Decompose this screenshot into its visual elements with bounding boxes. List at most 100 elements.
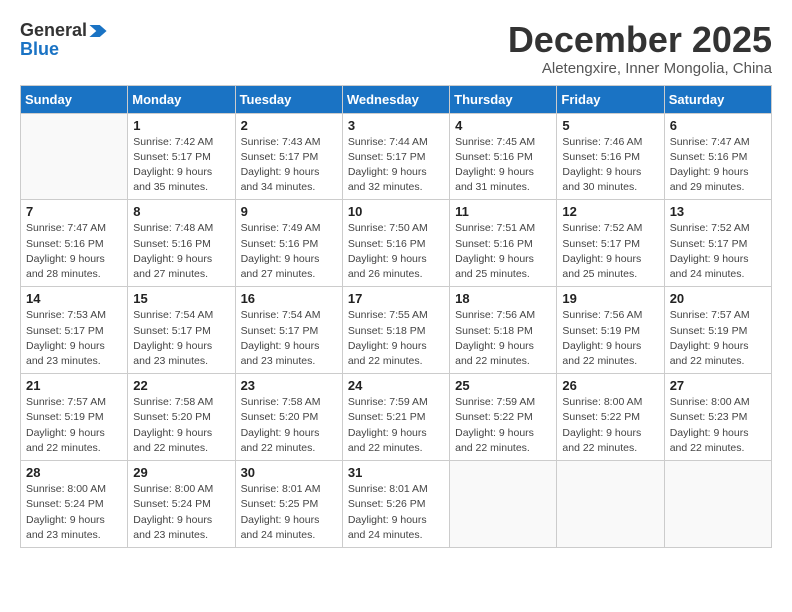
calendar-cell: 25 Sunrise: 7:59 AM Sunset: 5:22 PM Dayli… [450, 374, 557, 461]
cell-info: Sunrise: 7:56 AM Sunset: 5:19 PM Dayligh… [562, 308, 658, 369]
month-title: December 2025 [508, 20, 772, 60]
day-number: 10 [348, 204, 444, 219]
calendar-cell: 3 Sunrise: 7:44 AM Sunset: 5:17 PM Daylig… [342, 113, 449, 200]
header-thursday: Thursday [450, 85, 557, 113]
calendar-cell: 31Sunrise: 8:01 AM Sunset: 5:26 PM Dayli… [342, 461, 449, 548]
calendar-cell [450, 461, 557, 548]
calendar-cell: 12 Sunrise: 7:52 AM Sunset: 5:17 PM Dayli… [557, 200, 664, 287]
day-number: 18 [455, 291, 551, 306]
calendar-cell: 17 Sunrise: 7:55 AM Sunset: 5:18 PM Dayli… [342, 287, 449, 374]
day-number: 3 [348, 118, 444, 133]
cell-info: Sunrise: 8:00 AM Sunset: 5:23 PM Dayligh… [670, 395, 766, 456]
header-sunday: Sunday [21, 85, 128, 113]
day-number: 23 [241, 378, 337, 393]
cell-info: Sunrise: 7:54 AM Sunset: 5:17 PM Dayligh… [241, 308, 337, 369]
location-subtitle: Aletengxire, Inner Mongolia, China [508, 60, 772, 77]
logo-general: General [20, 20, 87, 41]
day-number: 12 [562, 204, 658, 219]
cell-info: Sunrise: 7:59 AM Sunset: 5:22 PM Dayligh… [455, 395, 551, 456]
week-row-2: 14Sunrise: 7:53 AM Sunset: 5:17 PM Dayli… [21, 287, 772, 374]
day-number: 6 [670, 118, 766, 133]
cell-info: Sunrise: 8:01 AM Sunset: 5:25 PM Dayligh… [241, 482, 337, 543]
day-number: 1 [133, 118, 229, 133]
calendar-cell: 30 Sunrise: 8:01 AM Sunset: 5:25 PM Dayli… [235, 461, 342, 548]
title-area: December 2025 Aletengxire, Inner Mongoli… [508, 20, 772, 77]
cell-info: Sunrise: 7:58 AM Sunset: 5:20 PM Dayligh… [241, 395, 337, 456]
cell-info: Sunrise: 7:57 AM Sunset: 5:19 PM Dayligh… [26, 395, 122, 456]
cell-info: Sunrise: 8:00 AM Sunset: 5:22 PM Dayligh… [562, 395, 658, 456]
calendar-cell: 10Sunrise: 7:50 AM Sunset: 5:16 PM Dayli… [342, 200, 449, 287]
header-tuesday: Tuesday [235, 85, 342, 113]
day-number: 16 [241, 291, 337, 306]
cell-info: Sunrise: 7:42 AM Sunset: 5:17 PM Dayligh… [133, 135, 229, 196]
calendar-cell: 27 Sunrise: 8:00 AM Sunset: 5:23 PM Dayli… [664, 374, 771, 461]
day-number: 30 [241, 465, 337, 480]
calendar-header-row: SundayMondayTuesdayWednesdayThursdayFrid… [21, 85, 772, 113]
cell-info: Sunrise: 7:47 AM Sunset: 5:16 PM Dayligh… [26, 221, 122, 282]
day-number: 19 [562, 291, 658, 306]
cell-info: Sunrise: 7:51 AM Sunset: 5:16 PM Dayligh… [455, 221, 551, 282]
day-number: 28 [26, 465, 122, 480]
day-number: 31 [348, 465, 444, 480]
calendar-cell: 15 Sunrise: 7:54 AM Sunset: 5:17 PM Dayli… [128, 287, 235, 374]
day-number: 8 [133, 204, 229, 219]
calendar-cell: 21 Sunrise: 7:57 AM Sunset: 5:19 PM Dayli… [21, 374, 128, 461]
calendar-cell: 22Sunrise: 7:58 AM Sunset: 5:20 PM Dayli… [128, 374, 235, 461]
cell-info: Sunrise: 7:56 AM Sunset: 5:18 PM Dayligh… [455, 308, 551, 369]
cell-info: Sunrise: 7:43 AM Sunset: 5:17 PM Dayligh… [241, 135, 337, 196]
header-wednesday: Wednesday [342, 85, 449, 113]
calendar-cell: 13Sunrise: 7:52 AM Sunset: 5:17 PM Dayli… [664, 200, 771, 287]
calendar-cell [21, 113, 128, 200]
day-number: 15 [133, 291, 229, 306]
day-number: 24 [348, 378, 444, 393]
calendar-cell: 24 Sunrise: 7:59 AM Sunset: 5:21 PM Dayli… [342, 374, 449, 461]
day-number: 21 [26, 378, 122, 393]
week-row-0: 1 Sunrise: 7:42 AM Sunset: 5:17 PM Daylig… [21, 113, 772, 200]
cell-info: Sunrise: 7:48 AM Sunset: 5:16 PM Dayligh… [133, 221, 229, 282]
page-header: General Blue December 2025 Aletengxire, … [20, 20, 772, 77]
cell-info: Sunrise: 7:46 AM Sunset: 5:16 PM Dayligh… [562, 135, 658, 196]
calendar-cell: 6 Sunrise: 7:47 AM Sunset: 5:16 PM Daylig… [664, 113, 771, 200]
calendar-cell: 16 Sunrise: 7:54 AM Sunset: 5:17 PM Dayli… [235, 287, 342, 374]
day-number: 4 [455, 118, 551, 133]
calendar-cell: 9 Sunrise: 7:49 AM Sunset: 5:16 PM Daylig… [235, 200, 342, 287]
header-saturday: Saturday [664, 85, 771, 113]
calendar-cell: 29Sunrise: 8:00 AM Sunset: 5:24 PM Dayli… [128, 461, 235, 548]
cell-info: Sunrise: 8:00 AM Sunset: 5:24 PM Dayligh… [133, 482, 229, 543]
calendar-cell [557, 461, 664, 548]
calendar-cell: 20 Sunrise: 7:57 AM Sunset: 5:19 PM Dayli… [664, 287, 771, 374]
day-number: 9 [241, 204, 337, 219]
cell-info: Sunrise: 7:54 AM Sunset: 5:17 PM Dayligh… [133, 308, 229, 369]
cell-info: Sunrise: 7:47 AM Sunset: 5:16 PM Dayligh… [670, 135, 766, 196]
cell-info: Sunrise: 7:44 AM Sunset: 5:17 PM Dayligh… [348, 135, 444, 196]
cell-info: Sunrise: 7:45 AM Sunset: 5:16 PM Dayligh… [455, 135, 551, 196]
day-number: 7 [26, 204, 122, 219]
day-number: 27 [670, 378, 766, 393]
day-number: 25 [455, 378, 551, 393]
day-number: 20 [670, 291, 766, 306]
calendar-cell: 18 Sunrise: 7:56 AM Sunset: 5:18 PM Dayli… [450, 287, 557, 374]
logo-icon [89, 25, 107, 37]
calendar-cell: 19 Sunrise: 7:56 AM Sunset: 5:19 PM Dayli… [557, 287, 664, 374]
cell-info: Sunrise: 7:49 AM Sunset: 5:16 PM Dayligh… [241, 221, 337, 282]
day-number: 11 [455, 204, 551, 219]
calendar-cell: 14Sunrise: 7:53 AM Sunset: 5:17 PM Dayli… [21, 287, 128, 374]
cell-info: Sunrise: 7:57 AM Sunset: 5:19 PM Dayligh… [670, 308, 766, 369]
cell-info: Sunrise: 7:55 AM Sunset: 5:18 PM Dayligh… [348, 308, 444, 369]
calendar-cell: 26 Sunrise: 8:00 AM Sunset: 5:22 PM Dayli… [557, 374, 664, 461]
cell-info: Sunrise: 7:52 AM Sunset: 5:17 PM Dayligh… [562, 221, 658, 282]
cell-info: Sunrise: 7:53 AM Sunset: 5:17 PM Dayligh… [26, 308, 122, 369]
day-number: 13 [670, 204, 766, 219]
calendar-cell: 5 Sunrise: 7:46 AM Sunset: 5:16 PM Daylig… [557, 113, 664, 200]
week-row-1: 7 Sunrise: 7:47 AM Sunset: 5:16 PM Daylig… [21, 200, 772, 287]
day-number: 26 [562, 378, 658, 393]
day-number: 17 [348, 291, 444, 306]
logo: General Blue [20, 20, 107, 60]
day-number: 5 [562, 118, 658, 133]
calendar-cell [664, 461, 771, 548]
week-row-4: 28 Sunrise: 8:00 AM Sunset: 5:24 PM Dayli… [21, 461, 772, 548]
calendar-cell: 8 Sunrise: 7:48 AM Sunset: 5:16 PM Daylig… [128, 200, 235, 287]
cell-info: Sunrise: 7:59 AM Sunset: 5:21 PM Dayligh… [348, 395, 444, 456]
logo-blue: Blue [20, 39, 59, 60]
week-row-3: 21 Sunrise: 7:57 AM Sunset: 5:19 PM Dayli… [21, 374, 772, 461]
